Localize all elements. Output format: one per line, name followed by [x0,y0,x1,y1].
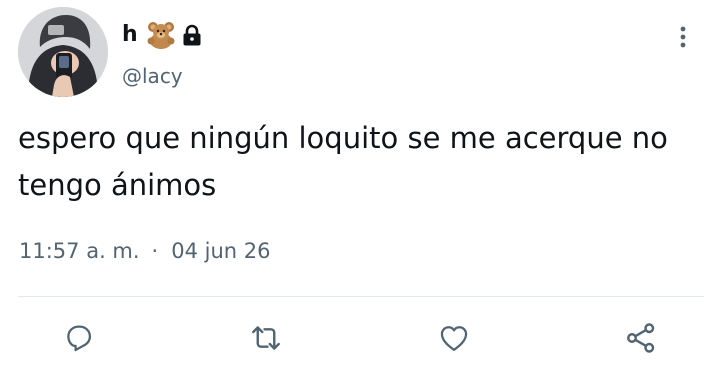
teddy-bear-icon [146,21,176,49]
divider [18,296,704,297]
tweet-date[interactable]: 04 jun 26 [171,236,270,266]
lock-icon [180,23,204,47]
display-name[interactable]: h [122,20,138,50]
retweet-icon [252,326,280,350]
tweet-meta: 11:57 a. m. · 04 jun 26 [19,236,270,266]
avatar[interactable] [18,7,108,97]
author-handle[interactable]: @lacy [122,62,183,90]
tweet-time[interactable]: 11:57 a. m. [19,236,140,266]
reply-button[interactable] [61,320,97,356]
tweet-text: espero que ningún loquito se me acerque … [18,121,668,202]
like-button[interactable] [436,320,472,356]
share-icon [627,323,655,353]
meta-separator: · [151,239,159,263]
reply-icon [67,325,92,352]
retweet-button[interactable] [248,320,284,356]
more-options-button[interactable] [672,22,694,52]
more-icon [680,26,686,48]
avatar-image [18,7,108,97]
share-button[interactable] [623,320,659,356]
like-icon [440,326,468,351]
author-name-row[interactable]: h [122,20,204,50]
